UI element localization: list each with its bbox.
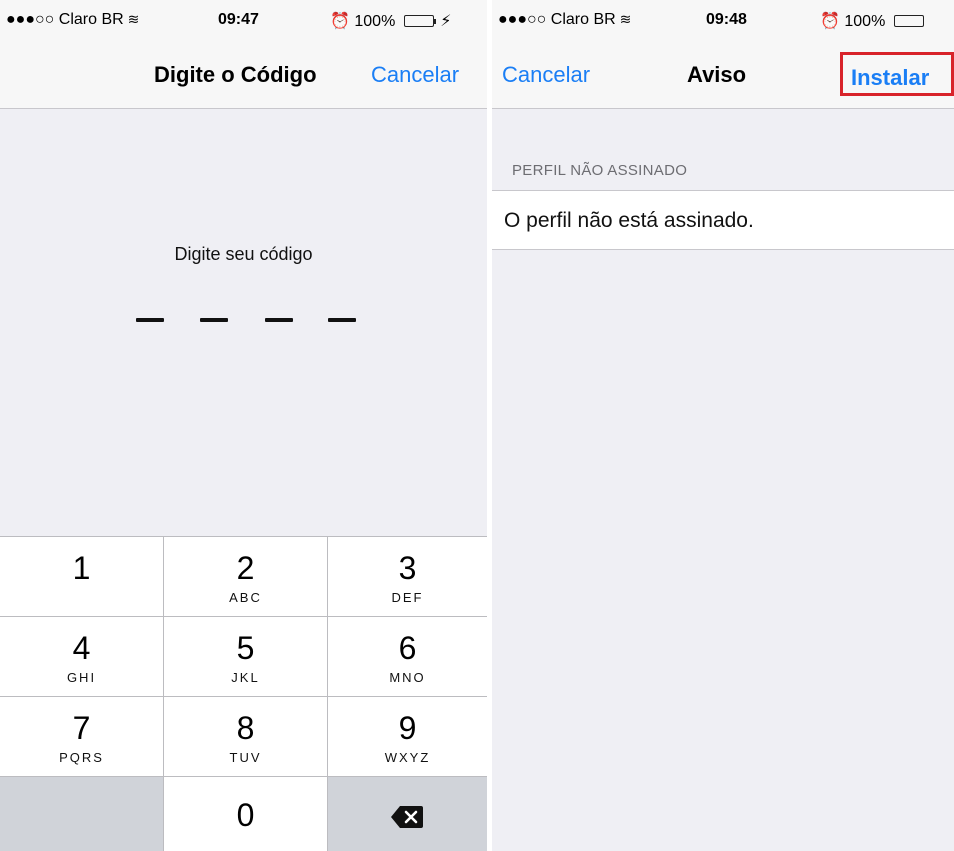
- battery-icon: [403, 15, 434, 27]
- backspace-button[interactable]: [328, 777, 487, 851]
- status-bar: ●●●○○ Claro BR ≋ 09:48 ⏰ 100%: [492, 0, 954, 40]
- code-digit-slot: [265, 318, 293, 322]
- charging-icon: ⚡: [440, 13, 452, 30]
- key-4[interactable]: 4 GHI: [0, 617, 164, 697]
- carrier-label: ●●●○○ Claro BR ≋: [498, 11, 632, 28]
- alarm-icon: ⏰: [820, 13, 840, 30]
- key-6[interactable]: 6 MNO: [328, 617, 487, 697]
- cancel-button[interactable]: Cancelar: [502, 62, 590, 88]
- battery-percent: 100%: [844, 13, 886, 30]
- warning-message: O perfil não está assinado.: [504, 209, 754, 232]
- status-time: 09:47: [218, 11, 259, 28]
- status-time: 09:48: [706, 11, 747, 28]
- wifi-icon: ≋: [127, 11, 140, 27]
- numeric-keypad: 1 2 ABC 3 DEF 4 GHI 5 JKL 6 MNO 7 PQRS 8 TUV 9W…: [0, 536, 487, 851]
- list-item: O perfil não está assinado.: [492, 190, 954, 250]
- key-1[interactable]: 1: [0, 537, 164, 617]
- key-blank: [0, 777, 164, 851]
- section-header: PERFIL NÃO ASSINADO: [512, 162, 688, 179]
- code-digit-slot: [200, 318, 228, 322]
- wifi-icon: ≋: [619, 11, 632, 27]
- nav-bar: Digite o Código Cancelar: [0, 40, 487, 109]
- code-entry-screen: ●●●○○ Claro BR ≋ 09:47 ⏰ 100% ⚡ Digite o …: [0, 0, 487, 851]
- key-5[interactable]: 5 JKL: [164, 617, 328, 697]
- code-digit-slot: [136, 318, 164, 322]
- cancel-button[interactable]: Cancelar: [371, 62, 459, 88]
- warning-screen: ●●●○○ Claro BR ≋ 09:48 ⏰ 100% Cancelar Av…: [492, 0, 954, 851]
- code-digit-slot: [328, 318, 356, 322]
- key-0[interactable]: 0: [164, 777, 328, 851]
- status-bar: ●●●○○ Claro BR ≋ 09:47 ⏰ 100% ⚡: [0, 0, 487, 40]
- key-9[interactable]: 9 WXYZ: [328, 697, 487, 777]
- alarm-icon: ⏰: [330, 13, 350, 30]
- code-prompt: Digite seu código: [174, 244, 313, 264]
- key-2[interactable]: 2 ABC: [164, 537, 328, 617]
- key-7[interactable]: 7 PQRS: [0, 697, 164, 777]
- nav-bar: Cancelar Aviso Instalar: [492, 40, 954, 109]
- battery-percent: 100%: [354, 13, 396, 30]
- backspace-icon: [391, 806, 423, 828]
- key-8[interactable]: 8 TUV: [164, 697, 328, 777]
- status-right: ⏰ 100%: [820, 11, 924, 31]
- key-3[interactable]: 3 DEF: [328, 537, 487, 617]
- carrier-label: ●●●○○ Claro BR ≋: [6, 11, 140, 28]
- install-button[interactable]: Instalar: [851, 65, 929, 91]
- status-right: ⏰ 100% ⚡: [330, 11, 451, 31]
- install-button-highlight[interactable]: Instalar: [840, 52, 954, 96]
- nav-title: Digite o Código: [154, 62, 317, 87]
- battery-icon: [893, 15, 924, 27]
- nav-title: Aviso: [687, 62, 747, 87]
